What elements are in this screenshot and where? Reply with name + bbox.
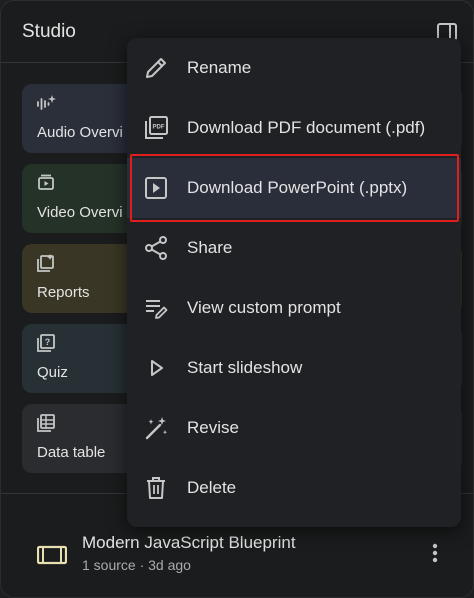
prompt-icon bbox=[146, 300, 168, 319]
audio-sparkle-icon bbox=[37, 95, 56, 110]
slides-icon bbox=[145, 177, 167, 199]
menu-item-revise[interactable]: Revise bbox=[127, 398, 461, 458]
table-icon bbox=[37, 414, 55, 432]
trash-icon bbox=[147, 477, 165, 499]
note-title: Modern JavaScript Blueprint bbox=[82, 533, 296, 552]
panel-title: Studio bbox=[22, 21, 76, 42]
quiz-icon: ? bbox=[37, 334, 55, 352]
menu-item-start-slideshow[interactable]: Start slideshow bbox=[127, 338, 461, 398]
menu-item-label: Delete bbox=[187, 478, 237, 497]
menu-item-label: Start slideshow bbox=[187, 358, 303, 377]
menu-item-label: Share bbox=[187, 238, 233, 257]
magic-wand-icon bbox=[145, 417, 167, 440]
menu-item-label: Revise bbox=[187, 418, 239, 437]
menu-item-rename[interactable]: Rename bbox=[127, 38, 461, 98]
menu-item-download-pdf[interactable]: PDF Download PDF document (.pdf) bbox=[127, 98, 461, 158]
more-vert-icon[interactable] bbox=[427, 541, 443, 565]
svg-text:PDF: PDF bbox=[153, 125, 165, 131]
menu-item-label: View custom prompt bbox=[187, 298, 341, 317]
menu-item-download-pptx[interactable]: Download PowerPoint (.pptx) bbox=[127, 158, 461, 218]
pencil-icon bbox=[146, 58, 166, 78]
card-label: Audio Overvi bbox=[37, 124, 123, 141]
menu-item-share[interactable]: Share bbox=[127, 218, 461, 278]
play-icon bbox=[151, 360, 163, 376]
menu-item-label: Rename bbox=[187, 58, 252, 77]
menu-item-delete[interactable]: Delete bbox=[127, 458, 461, 518]
slides-deck-icon bbox=[37, 545, 67, 565]
card-label: Quiz bbox=[37, 364, 68, 381]
svg-text:?: ? bbox=[45, 337, 51, 347]
card-label: Data table bbox=[37, 444, 106, 461]
video-icon bbox=[38, 174, 54, 190]
report-add-icon bbox=[37, 254, 54, 272]
menu-item-label: Download PowerPoint (.pptx) bbox=[187, 178, 408, 197]
share-icon bbox=[145, 236, 167, 260]
card-label: Video Overvi bbox=[37, 204, 123, 221]
pdf-icon: PDF bbox=[145, 116, 168, 139]
note-subtitle: 1 source · 3d ago bbox=[82, 557, 191, 573]
menu-item-view-prompt[interactable]: View custom prompt bbox=[127, 278, 461, 338]
note-item[interactable]: Modern JavaScript Blueprint 1 source · 3… bbox=[1, 521, 474, 581]
context-menu: Rename PDF Download PDF document (.pdf) … bbox=[127, 38, 461, 527]
card-label: Reports bbox=[37, 284, 90, 301]
menu-item-label: Download PDF document (.pdf) bbox=[187, 118, 426, 137]
